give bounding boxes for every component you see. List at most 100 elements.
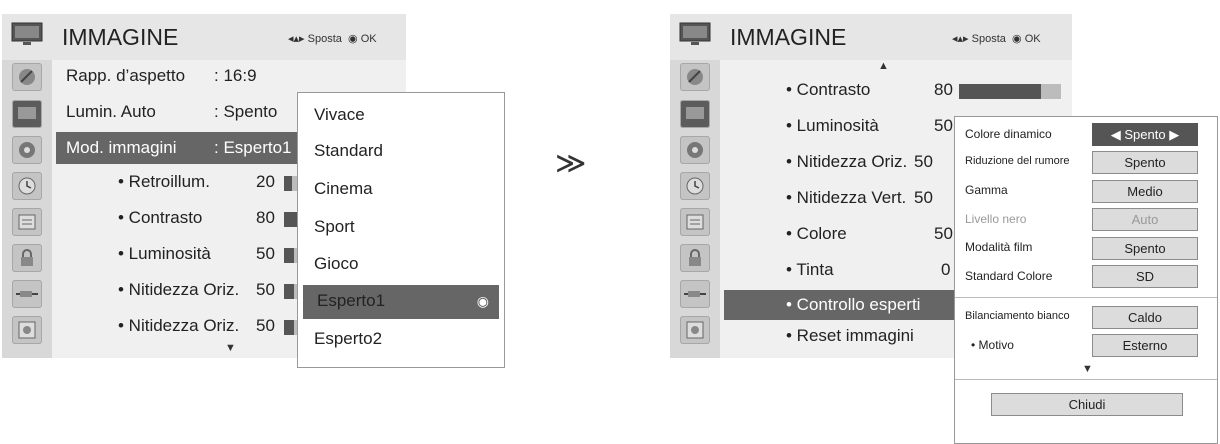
picture-icon[interactable] bbox=[680, 100, 710, 128]
divider bbox=[955, 297, 1217, 298]
scroll-down-icon[interactable]: ▼ bbox=[225, 342, 236, 354]
expert-label-black-level: Livello nero bbox=[965, 212, 1027, 226]
menu-item-picture-mode[interactable]: Mod. immagini : Esperto1 bbox=[56, 132, 304, 164]
popup-option-label: Esperto1 bbox=[317, 291, 386, 310]
option-icon[interactable] bbox=[680, 208, 710, 236]
item-value: 0 bbox=[941, 260, 951, 279]
audio-icon[interactable] bbox=[12, 136, 42, 164]
submenu-item-contrast[interactable]: • Contrasto 80 bbox=[118, 208, 275, 228]
menu-item-label: Mod. immagini bbox=[66, 138, 177, 157]
satellite-icon[interactable] bbox=[680, 63, 710, 91]
move-label: Sposta bbox=[307, 33, 342, 45]
menu-title: IMMAGINE bbox=[62, 24, 179, 50]
menu-item-auto-brightness[interactable]: Lumin. Auto : Spento bbox=[66, 102, 277, 122]
submenu-value: 50 bbox=[256, 316, 275, 335]
scroll-down-icon[interactable]: ▼ bbox=[1082, 363, 1093, 375]
move-label: Sposta bbox=[971, 33, 1006, 45]
lock-icon[interactable] bbox=[12, 244, 42, 272]
expert-item-sharpness-h[interactable]: • Nitidezza Oriz. 50 bbox=[786, 152, 933, 172]
divider bbox=[955, 379, 1217, 380]
left-header: IMMAGINE ◂▴▸ Sposta ◉ OK bbox=[2, 14, 406, 60]
picture-mode-popup: Vivace Standard Cinema Sport Gioco Esper… bbox=[297, 92, 505, 368]
submenu-value: 50 bbox=[256, 280, 275, 299]
submenu-label: • Luminosità bbox=[118, 244, 211, 263]
black-level-selector: Auto bbox=[1092, 208, 1198, 231]
popup-option-cinema[interactable]: Cinema bbox=[314, 179, 373, 199]
reset-picture-item[interactable]: • Reset immagini bbox=[786, 326, 914, 346]
picture-icon[interactable] bbox=[12, 100, 42, 128]
popup-option-sport[interactable]: Sport bbox=[314, 217, 355, 237]
submenu-value: 20 bbox=[256, 172, 275, 191]
pattern-selector[interactable]: Esterno bbox=[1092, 334, 1198, 357]
popup-option-expert1[interactable]: Esperto1 ◉ bbox=[303, 285, 499, 319]
move-arrows-icon: ◂▴▸ bbox=[288, 33, 305, 45]
expert-item-tint[interactable]: • Tinta 0 bbox=[786, 260, 950, 280]
clock-icon[interactable] bbox=[680, 172, 710, 200]
white-balance-selector[interactable]: Caldo bbox=[1092, 306, 1198, 329]
contrast-bar[interactable] bbox=[959, 84, 1061, 99]
close-button[interactable]: Chiudi bbox=[991, 393, 1183, 416]
expert-item-contrast[interactable]: • Contrasto 80 bbox=[786, 80, 953, 100]
submenu-item-backlight[interactable]: • Retroillum. 20 bbox=[118, 172, 275, 192]
expert-label-gamma: Gamma bbox=[965, 183, 1008, 197]
popup-option-standard[interactable]: Standard bbox=[314, 141, 383, 161]
ok-label: OK bbox=[360, 33, 377, 45]
audio-icon[interactable] bbox=[680, 136, 710, 164]
clock-icon[interactable] bbox=[12, 172, 42, 200]
right-header: IMMAGINE ◂▴▸ Sposta ◉ OK bbox=[670, 14, 1072, 60]
input-icon[interactable] bbox=[12, 280, 42, 308]
satellite-icon[interactable] bbox=[12, 63, 42, 91]
usb-icon[interactable] bbox=[680, 316, 710, 344]
menu-item-value: : Esperto1 bbox=[214, 138, 292, 157]
chevron-right-icon[interactable]: ▶ bbox=[1169, 127, 1179, 142]
ok-dot-icon: ◉ bbox=[1012, 33, 1022, 45]
submenu-label: • Contrasto bbox=[118, 208, 203, 227]
submenu-item-sharpness-h[interactable]: • Nitidezza Oriz. 50 bbox=[118, 280, 275, 300]
dynamic-color-selector[interactable]: ◀ Spento ▶ bbox=[1092, 123, 1198, 146]
selected-radio-icon: ◉ bbox=[476, 293, 489, 309]
expert-item-color[interactable]: • Colore 50 bbox=[786, 224, 953, 244]
item-value: 50 bbox=[934, 116, 953, 135]
submenu-label: • Nitidezza Oriz. bbox=[118, 280, 240, 299]
right-sidebar bbox=[670, 60, 720, 358]
selector-value: Spento bbox=[1124, 127, 1166, 142]
item-label: • Nitidezza Vert. bbox=[786, 188, 907, 207]
left-sidebar bbox=[2, 60, 52, 358]
usb-icon[interactable] bbox=[12, 316, 42, 344]
popup-option-game[interactable]: Gioco bbox=[314, 254, 358, 274]
item-value: 50 bbox=[914, 188, 933, 207]
submenu-value: 50 bbox=[256, 244, 275, 263]
input-icon[interactable] bbox=[680, 280, 710, 308]
popup-option-expert2[interactable]: Esperto2 bbox=[314, 329, 382, 349]
menu-item-aspect[interactable]: Rapp. d’aspetto : 16:9 bbox=[66, 66, 257, 86]
submenu-item-brightness[interactable]: • Luminosità 50 bbox=[118, 244, 275, 264]
submenu-value: 80 bbox=[256, 208, 275, 227]
lock-icon[interactable] bbox=[680, 244, 710, 272]
ok-label: OK bbox=[1024, 33, 1041, 45]
chevron-left-icon[interactable]: ◀ bbox=[1111, 127, 1121, 142]
option-icon[interactable] bbox=[12, 208, 42, 236]
nav-hint: ◂▴▸ Sposta ◉ OK bbox=[952, 32, 1041, 45]
submenu-item-sharpness-h-2[interactable]: • Nitidezza Oriz. 50 bbox=[118, 316, 275, 336]
noise-reduction-selector[interactable]: Spento bbox=[1092, 151, 1198, 174]
nav-hint: ◂▴▸ Sposta ◉ OK bbox=[288, 32, 377, 45]
expert-label-dynamic-color: Colore dinamico bbox=[965, 127, 1052, 141]
popup-option-vivid[interactable]: Vivace bbox=[314, 105, 365, 125]
color-standard-selector[interactable]: SD bbox=[1092, 265, 1198, 288]
gamma-selector[interactable]: Medio bbox=[1092, 180, 1198, 203]
scroll-up-icon[interactable]: ▲ bbox=[878, 60, 889, 72]
expert-item-sharpness-v[interactable]: • Nitidezza Vert. 50 bbox=[786, 188, 933, 208]
move-arrows-icon: ◂▴▸ bbox=[952, 33, 969, 45]
film-mode-selector[interactable]: Spento bbox=[1092, 237, 1198, 260]
item-label: • Reset immagini bbox=[786, 326, 914, 345]
menu-item-label: Rapp. d’aspetto bbox=[66, 66, 186, 85]
expert-item-brightness[interactable]: • Luminosità 50 bbox=[786, 116, 953, 136]
menu-item-label: Lumin. Auto bbox=[66, 102, 156, 121]
item-label: • Controllo esperti bbox=[786, 295, 921, 314]
menu-title: IMMAGINE bbox=[730, 24, 847, 50]
submenu-label: • Nitidezza Oriz. bbox=[118, 316, 240, 335]
expert-label-white-balance: Bilanciamento bianco bbox=[965, 310, 1070, 322]
item-label: • Contrasto bbox=[786, 80, 871, 99]
tv-icon bbox=[11, 22, 43, 45]
expert-control-selected[interactable]: • Controllo esperti bbox=[724, 290, 956, 320]
